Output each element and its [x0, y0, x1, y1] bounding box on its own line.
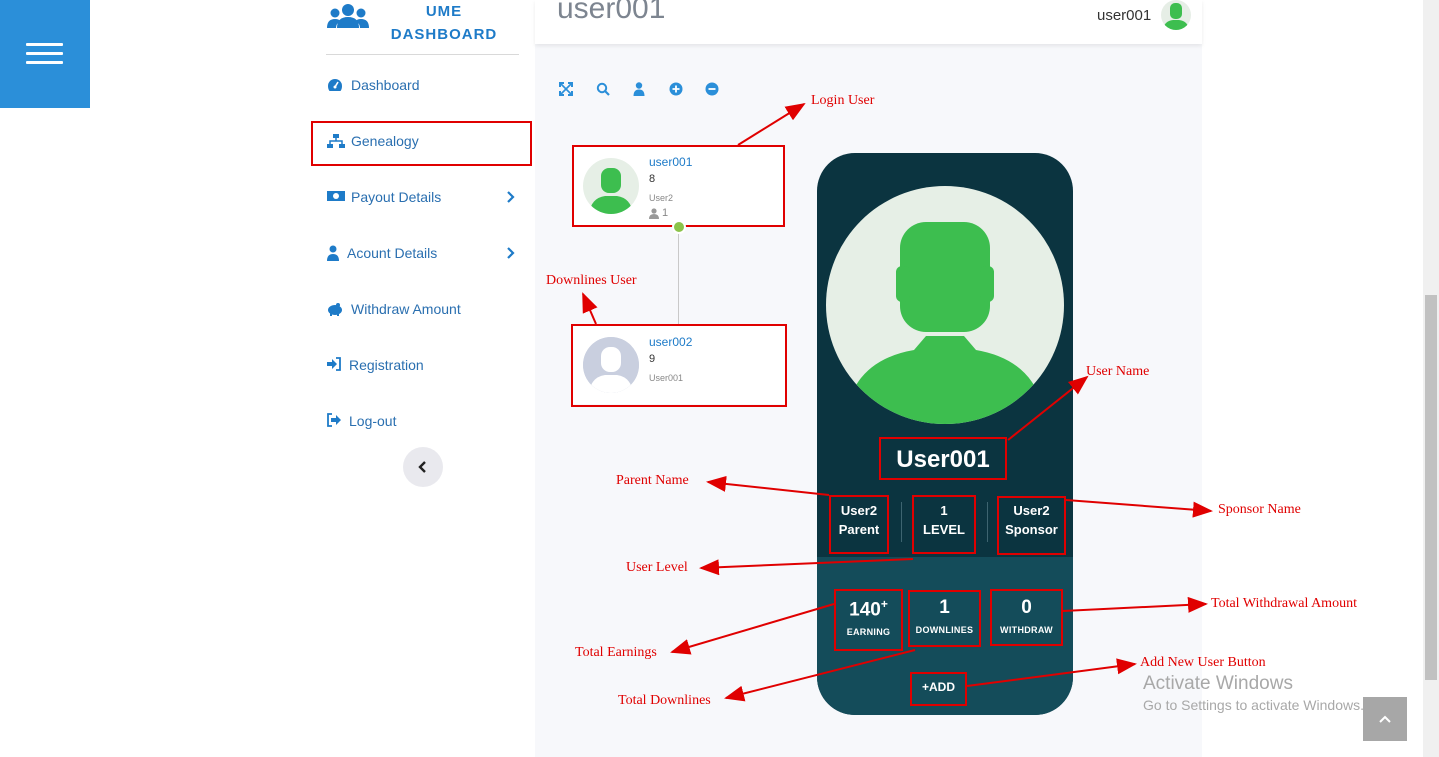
annotation-total-downlines: Total Downlines [618, 693, 711, 708]
annotation-parent-name: Parent Name [616, 473, 689, 488]
annotation-total-earnings: Total Earnings [575, 645, 657, 660]
annotation-downlines-user: Downlines User [546, 273, 637, 288]
activate-windows-title: Activate Windows [1143, 673, 1293, 694]
activate-windows-subtitle: Go to Settings to activate Windows. [1143, 697, 1364, 713]
annotation-user-name: User Name [1086, 364, 1150, 379]
annotation-login-user: Login User [811, 93, 875, 108]
annotation-user-level: User Level [626, 560, 688, 575]
annotation-arrows [582, 102, 1213, 702]
scroll-to-top-button[interactable] [1363, 697, 1407, 741]
annotation-add-new-user: Add New User Button [1140, 655, 1266, 670]
annotation-total-withdrawal: Total Withdrawal Amount [1211, 596, 1357, 611]
chevron-up-icon [1379, 715, 1391, 723]
annotation-sponsor-name: Sponsor Name [1218, 502, 1301, 517]
